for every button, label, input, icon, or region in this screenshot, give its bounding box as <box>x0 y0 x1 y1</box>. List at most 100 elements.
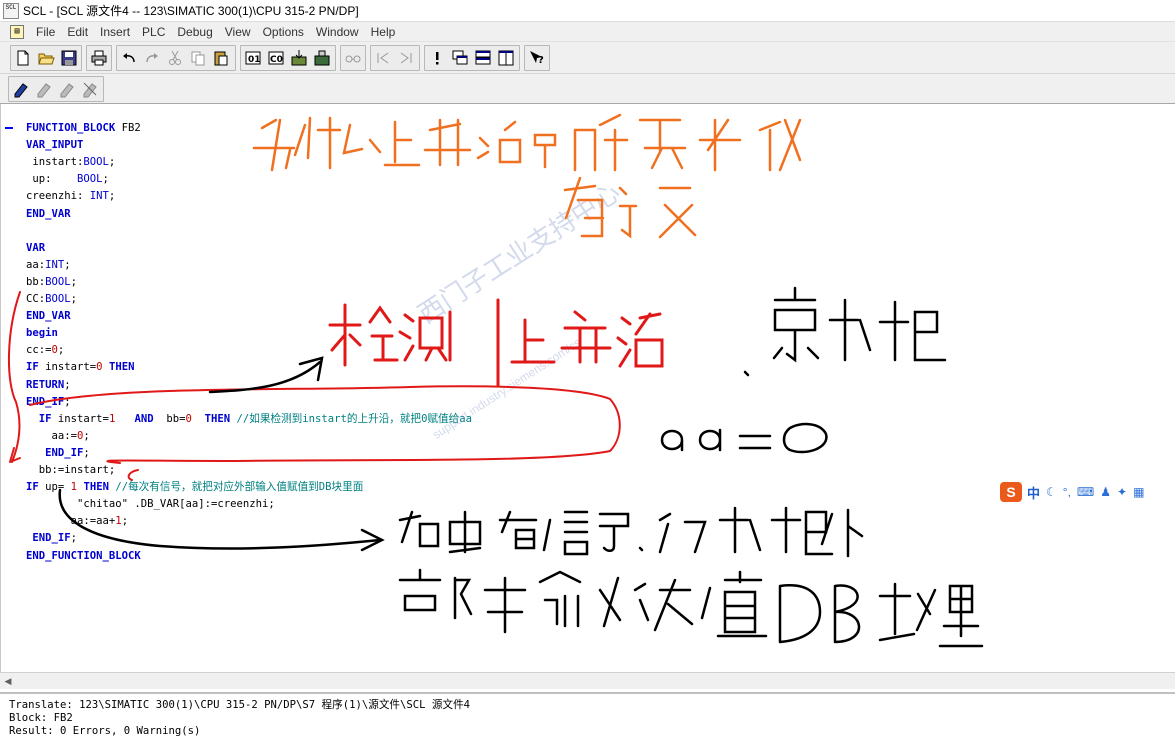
compile-toolbar-group: 01 C0 <box>240 45 336 71</box>
scroll-left-icon[interactable]: ◀ <box>2 675 14 687</box>
help-toolbar-group: ? <box>524 45 550 71</box>
menu-window[interactable]: Window <box>310 25 365 39</box>
context-help-icon[interactable]: ? <box>526 47 548 69</box>
menu-edit[interactable]: Edit <box>61 25 94 39</box>
print-icon[interactable] <box>88 47 110 69</box>
moon-icon[interactable]: ☾ <box>1046 485 1057 499</box>
code-line[interactable]: END_IF; <box>26 394 71 411</box>
open-folder-icon[interactable] <box>35 47 57 69</box>
code-line[interactable]: aa:=0; <box>26 428 90 445</box>
download-icon[interactable] <box>288 47 310 69</box>
code-line[interactable]: FUNCTION_BLOCK FB2 <box>26 120 141 137</box>
code-line[interactable]: VAR_INPUT <box>26 137 83 154</box>
ime-language[interactable]: 中 <box>1027 483 1040 502</box>
code-line[interactable]: END_VAR <box>26 308 71 325</box>
shirt-icon[interactable]: ✦ <box>1117 485 1127 499</box>
code-token: //如果检测到instart的上升沿，就把0赋值给aa <box>230 412 472 425</box>
compile-icon[interactable]: 01 <box>242 47 264 69</box>
sogou-logo-icon[interactable]: S <box>1000 482 1022 502</box>
menu-insert[interactable]: Insert <box>94 25 136 39</box>
fold-marker[interactable] <box>5 127 13 129</box>
compile-all-icon[interactable]: C0 <box>265 47 287 69</box>
code-line[interactable]: END_IF; <box>26 530 77 547</box>
code-token: FB2 <box>115 122 141 134</box>
code-line[interactable]: aa:=aa+1; <box>26 513 128 530</box>
code-token: ; <box>70 275 78 288</box>
punctuation-icon[interactable]: °, <box>1063 485 1071 499</box>
menu-file[interactable]: File <box>30 25 61 39</box>
tile-vertical-icon[interactable] <box>495 47 517 69</box>
breakpoint-toolbar <box>0 74 1175 104</box>
keyboard-icon[interactable]: ⌨ <box>1077 485 1094 499</box>
code-token: bb= <box>153 412 186 425</box>
main-toolbar: 01 C0 ? <box>0 42 1175 74</box>
code-line[interactable]: VAR <box>26 240 45 257</box>
code-token: VAR_INPUT <box>26 139 84 152</box>
grid-icon[interactable]: ▦ <box>1133 485 1144 499</box>
undo-icon[interactable] <box>118 47 140 69</box>
code-token: ; <box>83 429 90 442</box>
code-line[interactable]: "chitao" .DB_VAR[aa]:=creenzhi; <box>26 496 275 513</box>
code-token: ; <box>70 532 78 545</box>
paste-icon[interactable] <box>210 47 232 69</box>
new-file-icon[interactable] <box>12 47 34 69</box>
menu-plc[interactable]: PLC <box>136 25 171 39</box>
cut-icon[interactable] <box>164 47 186 69</box>
code-token: INT <box>45 258 65 271</box>
step-icon[interactable] <box>33 78 55 100</box>
menu-help[interactable]: Help <box>365 25 402 39</box>
code-line[interactable]: creenzhi: INT; <box>26 188 115 205</box>
monitor-icon[interactable] <box>311 47 333 69</box>
code-token: instart= <box>51 412 109 425</box>
code-line[interactable]: instart:BOOL; <box>26 154 115 171</box>
breakpoint-icon[interactable] <box>10 78 32 100</box>
svg-text:?: ? <box>538 55 544 66</box>
menu-debug[interactable]: Debug <box>171 25 218 39</box>
copy-icon[interactable] <box>187 47 209 69</box>
code-line[interactable]: IF up= 1 THEN //每次有信号，就把对应外部输入值赋值到DB块里面 <box>26 479 363 496</box>
code-line[interactable]: aa:INT; <box>26 257 71 274</box>
code-line[interactable]: IF instart=1 AND bb=0 THEN //如果检测到instar… <box>26 411 472 428</box>
ime-toolbar: S 中 ☾ °, ⌨ ♟ ✦ ▦ <box>1000 480 1175 504</box>
exclamation-icon[interactable] <box>426 47 448 69</box>
file-toolbar-group <box>10 45 82 71</box>
code-token: BOOL <box>45 275 71 288</box>
document-icon[interactable]: ▤ <box>10 24 24 39</box>
code-line[interactable]: END_VAR <box>26 206 71 223</box>
code-token: creenzhi: <box>26 190 90 203</box>
horizontal-scrollbar[interactable]: ◀ <box>0 672 1175 689</box>
output-panel: Translate: 123\SIMATIC 300(1)\CPU 315-2 … <box>0 692 1175 753</box>
code-line[interactable]: END_FUNCTION_BLOCK <box>26 548 141 565</box>
user-icon[interactable]: ♟ <box>1100 485 1111 499</box>
menu-bar: ▤ File Edit Insert PLC Debug View Option… <box>0 22 1175 42</box>
code-line[interactable]: CC:BOOL; <box>26 291 77 308</box>
code-token: IF <box>38 412 52 425</box>
prev-error-icon[interactable] <box>372 47 394 69</box>
code-line[interactable]: IF instart=0 THEN <box>26 359 134 376</box>
cascade-windows-icon[interactable] <box>449 47 471 69</box>
code-token: IF <box>26 361 39 374</box>
glasses-icon[interactable] <box>342 47 364 69</box>
redo-icon[interactable] <box>141 47 163 69</box>
code-token: ; <box>70 293 78 305</box>
next-error-icon[interactable] <box>395 47 417 69</box>
menu-options[interactable]: Options <box>257 25 310 39</box>
save-icon[interactable] <box>58 47 80 69</box>
tile-horizontal-icon[interactable] <box>472 47 494 69</box>
step-out-icon[interactable] <box>79 78 101 100</box>
code-token: begin <box>26 327 58 340</box>
code-line[interactable]: bb:BOOL; <box>26 274 77 291</box>
code-token: END_VAR <box>26 310 71 323</box>
code-line[interactable]: END_IF; <box>26 445 90 462</box>
code-line[interactable]: cc:=0; <box>26 342 64 359</box>
code-token: cc:= <box>26 344 52 357</box>
menu-view[interactable]: View <box>219 25 257 39</box>
step-into-icon[interactable] <box>56 78 78 100</box>
code-line[interactable]: bb:=instart; <box>26 462 116 479</box>
code-line[interactable]: up: BOOL; <box>26 171 109 188</box>
code-line[interactable]: RETURN; <box>26 377 71 394</box>
code-line[interactable]: begin <box>26 325 58 342</box>
code-token: THEN <box>108 361 135 374</box>
